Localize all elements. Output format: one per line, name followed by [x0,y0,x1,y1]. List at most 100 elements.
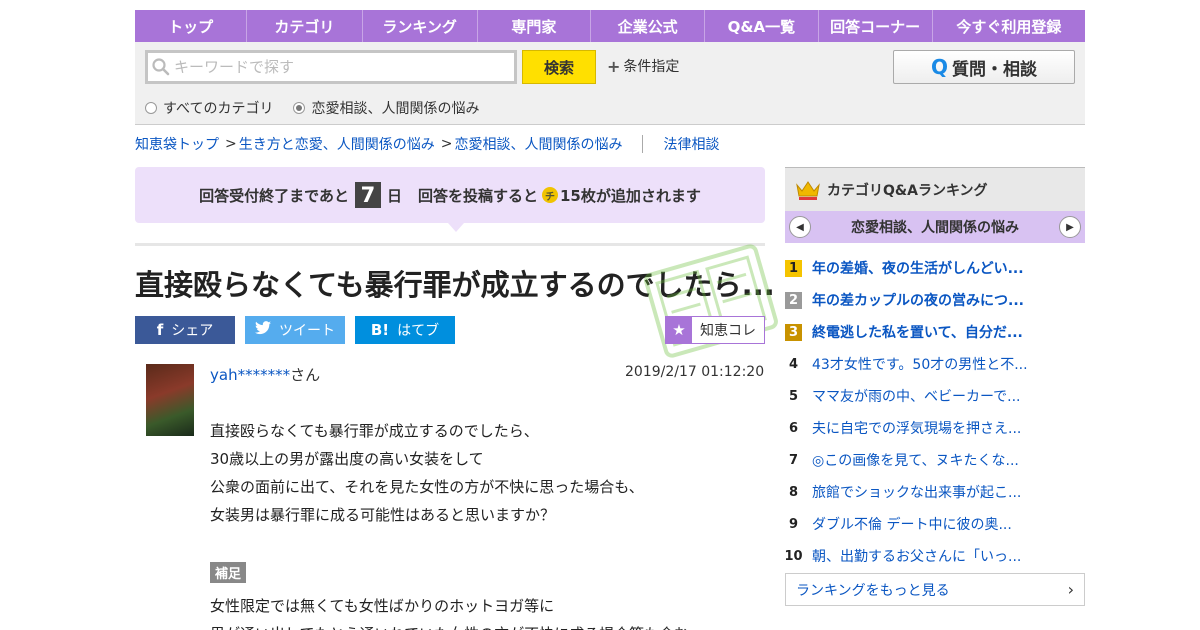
rank-number: 2 [785,291,802,309]
hatena-icon: B! [370,321,390,339]
search-box [145,50,517,84]
ranking-item[interactable]: 8 旅館でショックな出来事が起こ... [785,476,1085,508]
radio-current-category[interactable]: 恋愛相談、人間関係の悩み [293,98,479,118]
ranking-item[interactable]: 3 終電逃した私を置いて、自分だ... [785,316,1085,348]
rank-link[interactable]: ◎この画像を見て、ヌキたくな... [812,450,1019,470]
nav-qa-list[interactable]: Q&A一覧 [705,10,819,42]
ranking-item[interactable]: 1 年の差婚、夜の生活がしんどい... [785,252,1085,284]
facebook-share-button[interactable]: f シェア [135,316,235,344]
ranking-item[interactable]: 5 ママ友が雨の中、ベビーカーで... [785,380,1085,412]
hatena-bookmark-button[interactable]: B! はてブ [355,316,455,344]
radio-icon [145,102,157,114]
twitter-share-button[interactable]: ツイート [245,316,345,344]
ranking-list: 1 年の差婚、夜の生活がしんどい... 2 年の差カップルの夜の営みにつ... … [784,252,1085,572]
author-suffix: さん [290,366,321,384]
breadcrumb-separator: > [440,136,453,152]
rank-number: 7 [788,452,799,468]
more-ranking-label: ランキングをもっと見る [796,582,950,599]
rank-number: 8 [788,484,799,500]
next-category-button[interactable]: ▶ [1059,216,1081,238]
section-divider [135,243,765,246]
supplement-body: 女性限定では無くても女性ばかりのホットヨガ等に 男が通い出してたとえ通いれていた… [210,592,770,630]
prev-category-button[interactable]: ◀ [789,216,811,238]
nav-category[interactable]: カテゴリ [247,10,363,42]
rank-number: 10 [784,548,803,564]
rank-link[interactable]: 年の差カップルの夜の営みにつ... [812,290,1024,310]
twitter-bird-icon [255,321,271,339]
chiecore-button[interactable]: ★ 知恵コレ [665,316,765,344]
question-line: 直接殴らなくても暴行罪が成立するのでしたら、 [210,422,539,440]
search-conditions-link[interactable]: + 条件指定 [607,56,679,76]
nav-experts[interactable]: 専門家 [478,10,591,42]
rank-link[interactable]: 朝、出勤するお父さんに「いっ... [812,546,1021,566]
breadcrumb-divider [642,135,644,153]
breadcrumb-item-life[interactable]: 生き方と恋愛、人間関係の悩み [239,134,435,154]
supplement-label: 補足 [210,562,247,583]
rank-number: 1 [785,259,802,277]
ranking-category-label: 恋愛相談、人間関係の悩み [851,220,1019,236]
days-remaining: 7 [354,182,381,208]
breadcrumb-separator: > [225,136,237,152]
ranking-category-bar: ◀ 恋愛相談、人間関係の悩み ▶ [785,211,1085,243]
rank-number: 5 [788,388,799,404]
ask-question-label: 質問・相談 [952,59,1037,80]
rank-link[interactable]: ダブル不倫 デート中に彼の奥... [812,514,1012,534]
author-link[interactable]: yah******* [210,366,290,384]
reward-suffix: 15枚が追加されます [560,186,701,205]
deadline-banner: 回答受付終了まであと 7 日 回答を投稿すると チ 15枚が追加されます [135,167,765,232]
question-author: yah*******さん [210,364,320,385]
breadcrumb: 知恵袋トップ > 生き方と恋愛、人間関係の悩み > 恋愛相談、人間関係の悩み 法… [135,134,719,154]
question-line: 30歳以上の男が露出度の高い女装をして [210,450,484,468]
supplement-line: 男が通い出してたとえ通いれていた女性の方が不快に成る場合等も含む [210,620,770,630]
nav-answer-corner[interactable]: 回答コーナー [819,10,933,42]
q-logo-icon: Q [930,55,948,79]
reward-prefix: 回答を投稿すると [417,186,538,205]
nav-ranking[interactable]: ランキング [363,10,478,42]
ranking-item[interactable]: 7 ◎この画像を見て、ヌキたくな... [785,444,1085,476]
ranking-title: カテゴリQ&Aランキング [827,182,988,199]
facebook-icon: f [156,321,164,339]
coin-icon: チ [542,187,558,203]
radio-all-label: すべてのカテゴリ [163,101,274,117]
day-unit: 日 [386,186,402,205]
ranking-item[interactable]: 9 ダブル不倫 デート中に彼の奥... [785,508,1085,540]
ranking-item[interactable]: 6 夫に自宅での浮気現場を押さえ... [785,412,1085,444]
rank-link[interactable]: 終電逃した私を置いて、自分だ... [812,322,1023,342]
rank-link[interactable]: 年の差婚、夜の生活がしんどい... [812,258,1024,278]
question-line: 公衆の面前に出て、それを見た女性の方が不快に思った場合も、 [210,478,644,496]
question-line: 女装男は暴行罪に成る可能性はあると思いますか？ [210,506,556,524]
nav-official[interactable]: 企業公式 [591,10,706,42]
facebook-share-label: シェア [171,323,214,339]
more-ranking-link[interactable]: ランキングをもっと見る › [785,573,1085,606]
radio-all-categories[interactable]: すべてのカテゴリ [145,98,273,118]
global-nav: トップ カテゴリ ランキング 専門家 企業公式 Q&A一覧 回答コーナー 今すぐ… [135,10,1085,42]
ranking-item[interactable]: 10 朝、出勤するお父さんに「いっ... [784,540,1085,572]
radio-current-label: 恋愛相談、人間関係の悩み [311,101,480,117]
ask-question-button[interactable]: Q 質問・相談 [893,50,1075,84]
question-body: 直接殴らなくても暴行罪が成立するのでしたら、 30歳以上の男が露出度の高い女装を… [210,417,644,529]
breadcrumb-item-top[interactable]: 知恵袋トップ [135,134,219,154]
nav-register[interactable]: 今すぐ利用登録 [933,10,1085,42]
rank-link[interactable]: 夫に自宅での浮気現場を押さえ... [812,418,1021,438]
rank-number: 9 [788,516,799,532]
search-input[interactable] [174,58,504,76]
deadline-prefix: 回答受付終了まであと [199,186,349,205]
rank-link[interactable]: ママ友が雨の中、ベビーカーで... [812,386,1021,406]
search-conditions-label: 条件指定 [623,59,680,75]
ranking-item[interactable]: 4 43才女性です。50才の男性と不... [785,348,1085,380]
supplement-line: 女性限定では無くても女性ばかりのホットヨガ等に [210,597,555,615]
avatar[interactable] [146,364,194,436]
radio-selected-icon [293,102,306,114]
rank-link[interactable]: 旅館でショックな出来事が起こ... [812,482,1021,502]
rank-link[interactable]: 43才女性です。50才の男性と不... [812,354,1028,374]
search-area: 検索 + 条件指定 Q 質問・相談 すべてのカテゴリ 恋愛相談、人間関係の悩み [135,42,1085,125]
ranking-item[interactable]: 2 年の差カップルの夜の営みにつ... [785,284,1085,316]
search-button[interactable]: 検索 [522,50,596,84]
rank-number: 4 [788,356,799,372]
rank-number: 3 [785,323,802,341]
nav-top[interactable]: トップ [135,10,248,42]
breadcrumb-item-legal[interactable]: 法律相談 [663,134,719,154]
crown-icon [796,180,820,200]
chevron-right-icon: › [1067,580,1074,599]
breadcrumb-item-romance[interactable]: 恋愛相談、人間関係の悩み [454,134,622,154]
